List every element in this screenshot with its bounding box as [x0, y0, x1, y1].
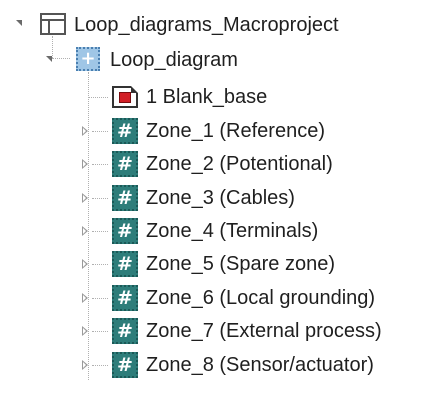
- list-item-label: Zone_2 (Potentional): [146, 153, 333, 175]
- expand-closed-icon[interactable]: [82, 326, 88, 336]
- list-item[interactable]: Zone_1 (Reference): [146, 116, 325, 146]
- list-item[interactable]: Zone_8 (Sensor/actuator): [146, 350, 374, 380]
- hash-icon: #: [112, 118, 138, 144]
- tree-connector: [92, 365, 108, 366]
- list-item-label: Zone_3 (Cables): [146, 187, 295, 209]
- list-item[interactable]: Zone_3 (Cables): [146, 183, 295, 213]
- hash-icon: #: [112, 151, 138, 177]
- expand-closed-icon[interactable]: [82, 193, 88, 203]
- tree-root-item[interactable]: Loop_diagrams_Macroproject: [74, 10, 339, 40]
- expand-closed-icon[interactable]: [82, 360, 88, 370]
- list-item-label: Zone_8 (Sensor/actuator): [146, 354, 374, 376]
- hash-icon: #: [112, 352, 138, 378]
- tree-root-label: Loop_diagrams_Macroproject: [74, 14, 339, 36]
- tree-connector: [88, 72, 89, 380]
- expand-closed-icon[interactable]: [82, 159, 88, 169]
- list-item[interactable]: Zone_2 (Potentional): [146, 149, 333, 179]
- tree-connector: [92, 298, 108, 299]
- tree-connector: [92, 198, 108, 199]
- hash-icon: #: [112, 185, 138, 211]
- list-item-label: Zone_5 (Spare zone): [146, 253, 336, 275]
- list-item[interactable]: Zone_7 (External process): [146, 316, 382, 346]
- expand-closed-icon[interactable]: [82, 126, 88, 136]
- list-item-label: Zone_7 (External process): [146, 320, 382, 342]
- list-item-label: 1 Blank_base: [146, 86, 268, 108]
- hash-icon: #: [112, 251, 138, 277]
- document-icon: [112, 86, 138, 108]
- tree-connector: [52, 36, 53, 58]
- hash-icon: #: [112, 218, 138, 244]
- hash-icon: #: [112, 318, 138, 344]
- plus-folder-icon: +: [76, 47, 100, 71]
- tree-connector: [92, 331, 108, 332]
- list-item[interactable]: 1 Blank_base: [146, 82, 267, 112]
- list-item-label: Zone_1 (Reference): [146, 120, 325, 142]
- hash-icon: #: [112, 285, 138, 311]
- project-tree: Loop_diagrams_Macroproject + Loop_diagra…: [0, 0, 434, 396]
- expand-closed-icon[interactable]: [82, 259, 88, 269]
- expand-closed-icon[interactable]: [82, 293, 88, 303]
- expand-closed-icon[interactable]: [82, 226, 88, 236]
- tree-connector: [92, 164, 108, 165]
- list-item-label: Zone_4 (Terminals): [146, 220, 319, 242]
- tree-connector: [92, 131, 108, 132]
- tree-connector: [88, 97, 108, 98]
- expand-open-icon[interactable]: [46, 56, 52, 62]
- tree-child-label: Loop_diagram: [110, 49, 238, 71]
- tree-child-item[interactable]: Loop_diagram: [110, 45, 238, 75]
- expand-open-icon[interactable]: [16, 20, 22, 26]
- window-icon: [40, 13, 66, 35]
- tree-connector: [92, 264, 108, 265]
- list-item[interactable]: Zone_4 (Terminals): [146, 216, 318, 246]
- list-item[interactable]: Zone_6 (Local grounding): [146, 283, 375, 313]
- list-item-label: Zone_6 (Local grounding): [146, 287, 376, 309]
- list-item[interactable]: Zone_5 (Spare zone): [146, 249, 335, 279]
- tree-connector: [92, 231, 108, 232]
- tree-connector: [52, 58, 70, 59]
